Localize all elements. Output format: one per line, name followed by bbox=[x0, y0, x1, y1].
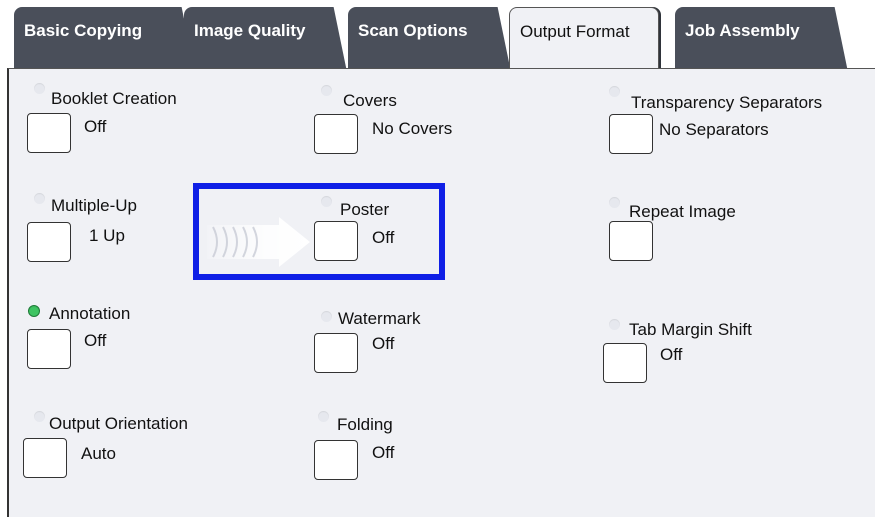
feature-value: No Separators bbox=[659, 120, 769, 139]
booklet-creation-button[interactable] bbox=[27, 113, 71, 153]
feature-value: Off bbox=[372, 443, 395, 462]
covers-button[interactable] bbox=[314, 114, 358, 154]
status-indicator bbox=[34, 193, 45, 204]
transparency-separators-button[interactable] bbox=[609, 114, 653, 154]
repeat-image-button[interactable] bbox=[609, 221, 653, 261]
feature-label: Watermark bbox=[338, 309, 421, 328]
status-indicator bbox=[318, 411, 329, 422]
feature-value: Off bbox=[84, 117, 107, 136]
folding-button[interactable] bbox=[314, 440, 358, 480]
feature-value: Auto bbox=[81, 444, 116, 463]
tab-label: Image Quality bbox=[194, 21, 306, 40]
watermark-button[interactable] bbox=[314, 333, 358, 373]
status-indicator bbox=[609, 319, 620, 330]
tab-label: Scan Options bbox=[358, 21, 468, 40]
tab-image-quality[interactable]: Image Quality bbox=[184, 7, 348, 68]
feature-label: Annotation bbox=[49, 304, 131, 323]
feature-label: Booklet Creation bbox=[51, 89, 177, 108]
status-indicator bbox=[321, 311, 332, 322]
feature-value: Off bbox=[84, 331, 107, 350]
tab-scan-options[interactable]: Scan Options bbox=[348, 7, 512, 68]
feature-label: Covers bbox=[343, 91, 397, 110]
feature-value: Off bbox=[372, 334, 395, 353]
annotation-button[interactable] bbox=[27, 329, 71, 369]
tab-edge bbox=[324, 7, 348, 68]
tab-job-assembly[interactable]: Job Assembly bbox=[675, 7, 849, 68]
feature-label: Output Orientation bbox=[49, 414, 188, 433]
tab-margin-shift-button[interactable] bbox=[603, 343, 647, 383]
status-indicator-active bbox=[28, 305, 40, 317]
tab-edge bbox=[825, 7, 849, 68]
tab-bar: Basic Copying Image Quality Scan Options… bbox=[0, 0, 875, 68]
feature-value: No Covers bbox=[372, 119, 453, 138]
tab-basic-copying[interactable]: Basic Copying bbox=[14, 7, 196, 68]
tab-output-format[interactable]: Output Format bbox=[509, 7, 659, 68]
feature-label: Repeat Image bbox=[629, 202, 736, 221]
status-indicator bbox=[321, 85, 332, 96]
tab-label: Job Assembly bbox=[685, 21, 800, 40]
status-indicator bbox=[609, 86, 620, 97]
status-indicator bbox=[34, 411, 45, 422]
output-format-panel: Booklet Creation Off Covers No Covers Tr… bbox=[7, 68, 875, 517]
tab-label: Basic Copying bbox=[24, 21, 143, 40]
feature-label: Transparency Separators bbox=[631, 93, 823, 112]
multiple-up-button[interactable] bbox=[27, 222, 71, 262]
feature-label: Multiple-Up bbox=[51, 196, 137, 215]
tab-label: Output Format bbox=[520, 22, 630, 41]
status-indicator bbox=[609, 197, 620, 208]
arrow-pointer-icon bbox=[207, 217, 310, 267]
feature-value: Off bbox=[660, 345, 683, 364]
output-orientation-button[interactable] bbox=[23, 438, 67, 478]
feature-label: Folding bbox=[337, 415, 393, 434]
status-indicator bbox=[34, 83, 45, 94]
feature-value: 1 Up bbox=[89, 226, 125, 245]
feature-label: Tab Margin Shift bbox=[629, 320, 752, 339]
